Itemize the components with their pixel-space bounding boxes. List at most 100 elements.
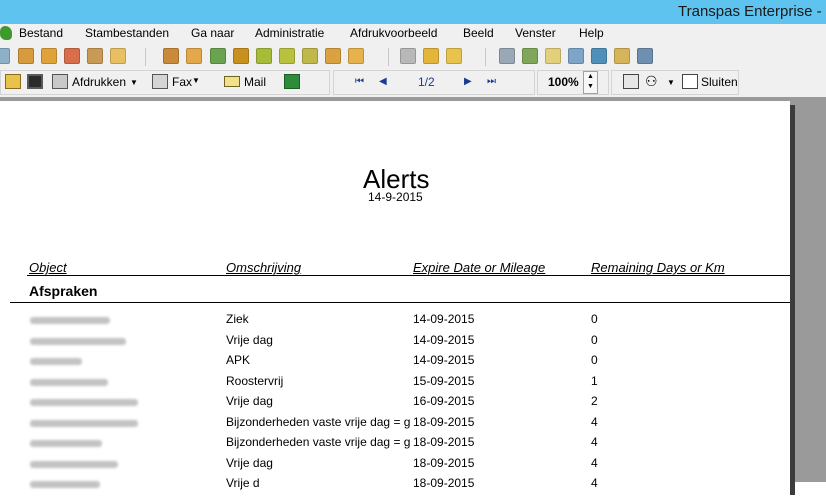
row-remaining: 0 — [591, 312, 598, 326]
page-shadow — [790, 105, 795, 495]
row-date: 18-09-2015 — [413, 456, 475, 470]
cart-icon[interactable] — [400, 48, 416, 64]
menu-administratie[interactable]: Administratie — [255, 26, 324, 40]
menu-venster[interactable]: Venster — [515, 26, 556, 40]
redacted-object — [30, 481, 100, 488]
printer-icon[interactable] — [499, 48, 515, 64]
calendar-icon[interactable] — [110, 48, 126, 64]
row-remaining: 2 — [591, 394, 598, 408]
previous-page-icon[interactable]: ◀ — [379, 76, 387, 87]
report-date: 14-9-2015 — [368, 190, 423, 204]
row-description: Bijzonderheden vaste vrije dag = g — [226, 415, 411, 429]
money-icon[interactable] — [446, 48, 462, 64]
save-icon[interactable] — [27, 74, 43, 89]
menu-bestand[interactable]: Bestand — [19, 26, 63, 40]
open-folder-icon[interactable] — [5, 74, 21, 89]
preview-toolbar: Afdrukken ▼ Fax ▼ Mail ⏮ ◀ 1/2 ▶ ⏭ 100% … — [0, 69, 826, 97]
envelope-icon[interactable] — [568, 48, 584, 64]
row-remaining: 4 — [591, 435, 598, 449]
monitor-icon[interactable] — [637, 48, 653, 64]
coins-icon[interactable] — [423, 48, 439, 64]
menu-beeld[interactable]: Beeld — [463, 26, 494, 40]
menu-ga-naar[interactable]: Ga naar — [191, 26, 234, 40]
mail-icon[interactable] — [224, 76, 240, 87]
close-button[interactable]: Sluiten — [701, 75, 738, 89]
boxes-icon[interactable] — [348, 48, 364, 64]
row-remaining: 4 — [591, 415, 598, 429]
forward-icon[interactable] — [522, 48, 538, 64]
group-rule — [10, 302, 790, 303]
title-bar: Transpas Enterprise - M — [0, 0, 826, 24]
redacted-object — [30, 358, 82, 365]
row-date: 14-09-2015 — [413, 333, 475, 347]
row-description: Ziek — [226, 312, 249, 326]
print-button[interactable]: Afdrukken — [72, 75, 126, 89]
fax-icon[interactable] — [152, 74, 168, 89]
notes-icon[interactable] — [302, 48, 318, 64]
copy-icon[interactable] — [623, 74, 639, 89]
header-rule — [27, 275, 790, 276]
page-indicator: 1/2 — [418, 75, 435, 89]
row-date: 14-09-2015 — [413, 353, 475, 367]
next-page-icon[interactable]: ▶ — [464, 76, 472, 87]
orders-icon[interactable] — [41, 48, 57, 64]
row-description: Vrije d — [226, 476, 260, 490]
column-header-remaining: Remaining Days or Km — [591, 260, 725, 275]
redacted-object — [30, 317, 110, 324]
redacted-object — [30, 399, 138, 406]
toolbar-separator — [145, 48, 146, 66]
find-dropdown-icon[interactable]: ▼ — [667, 78, 675, 87]
last-page-icon[interactable]: ⏭ — [487, 76, 496, 87]
print-icon[interactable] — [52, 74, 68, 89]
truck-icon[interactable] — [18, 48, 34, 64]
menu-afdrukvoorbeeld[interactable]: Afdrukvoorbeeld — [350, 26, 437, 40]
mail-check-icon[interactable] — [545, 48, 561, 64]
menu-stambestanden[interactable]: Stambestanden — [85, 26, 169, 40]
redacted-object — [30, 461, 118, 468]
column-header-description: Omschrijving — [226, 260, 302, 275]
documents-icon[interactable] — [186, 48, 202, 64]
binoculars-icon[interactable]: ⚇ — [645, 73, 658, 90]
menu-help[interactable]: Help — [579, 26, 604, 40]
excel-export-icon[interactable] — [284, 74, 300, 89]
app-icon[interactable] — [0, 26, 12, 40]
globe-icon[interactable] — [591, 48, 607, 64]
people-icon[interactable] — [64, 48, 80, 64]
redacted-object — [30, 420, 138, 427]
fax-dropdown-icon[interactable]: ▼ — [192, 76, 200, 85]
address-book-icon[interactable] — [0, 48, 10, 64]
print-dropdown-icon[interactable]: ▼ — [130, 78, 138, 87]
row-remaining: 1 — [591, 374, 598, 388]
fax-button[interactable]: Fax — [172, 75, 192, 89]
row-date: 14-09-2015 — [413, 312, 475, 326]
preview-area[interactable]: Alerts 14-9-2015 Object Omschrijving Exp… — [0, 97, 826, 501]
edit-list-icon[interactable] — [279, 48, 295, 64]
row-remaining: 4 — [591, 476, 598, 490]
zoom-spinner[interactable]: ▲ ▼ — [583, 71, 598, 94]
menu-bar: Bestand Stambestanden Ga naar Administra… — [0, 24, 826, 44]
redacted-object — [30, 440, 102, 447]
export-icon[interactable] — [233, 48, 249, 64]
mail-button[interactable]: Mail — [244, 75, 266, 89]
row-date: 18-09-2015 — [413, 435, 475, 449]
flash-icon[interactable] — [325, 48, 341, 64]
row-description: Vrije dag — [226, 394, 273, 408]
pencil-icon[interactable] — [614, 48, 630, 64]
toolbar-separator — [485, 48, 486, 66]
row-date: 18-09-2015 — [413, 476, 475, 490]
row-remaining: 4 — [591, 456, 598, 470]
row-date: 16-09-2015 — [413, 394, 475, 408]
main-toolbar — [0, 44, 826, 69]
clipboard-icon[interactable] — [163, 48, 179, 64]
close-preview-icon[interactable] — [682, 74, 698, 89]
checklist-icon[interactable] — [256, 48, 272, 64]
drivers-icon[interactable] — [87, 48, 103, 64]
row-remaining: 0 — [591, 353, 598, 367]
row-description: APK — [226, 353, 251, 367]
redacted-object — [30, 338, 126, 345]
zoom-value[interactable]: 100% — [548, 75, 579, 89]
first-page-icon[interactable]: ⏮ — [355, 76, 364, 87]
network-icon[interactable] — [210, 48, 226, 64]
toolbar-separator — [388, 48, 389, 66]
group-title: Afspraken — [29, 283, 98, 299]
